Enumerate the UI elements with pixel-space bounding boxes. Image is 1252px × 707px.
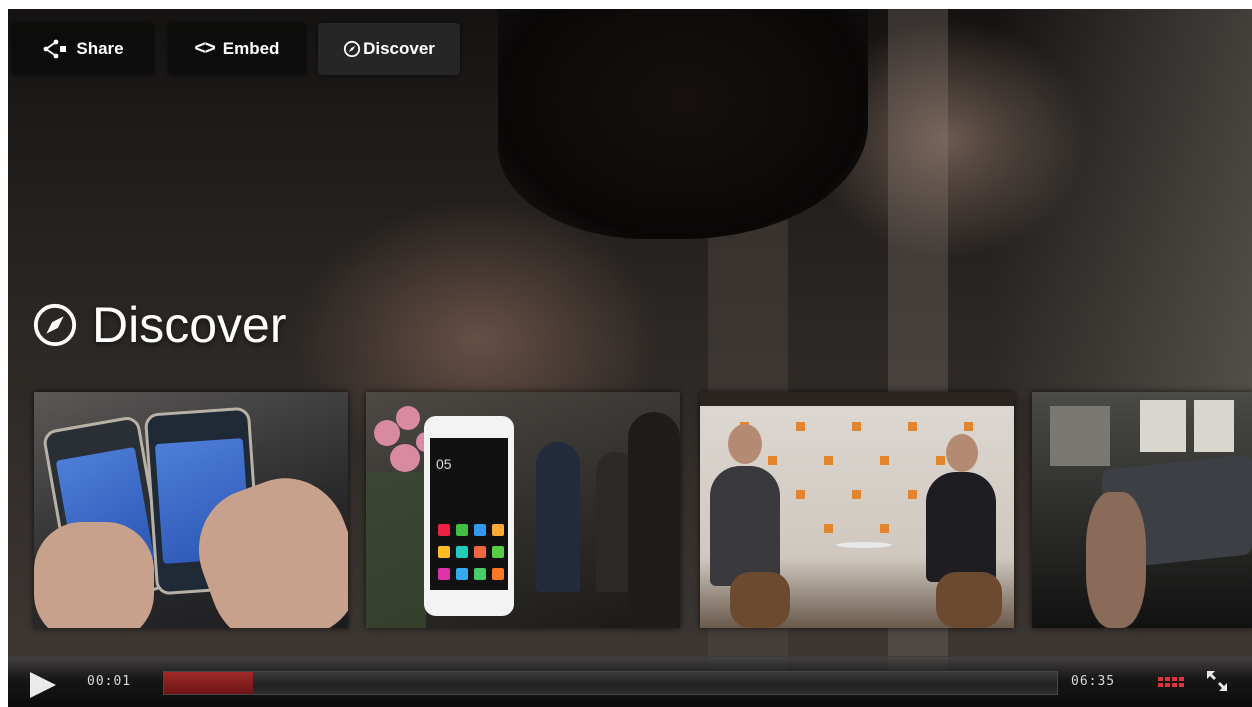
frame-image (1140, 400, 1186, 452)
total-time: 06:35 (1071, 674, 1116, 689)
code-icon: <> (194, 38, 216, 59)
flower-image (390, 444, 420, 472)
video-frame-background (992, 9, 1252, 399)
video-frame-shadow (498, 9, 868, 239)
frame-image (1050, 406, 1110, 466)
plant-image (366, 472, 426, 628)
video-thumbnail-3[interactable] (700, 392, 1014, 628)
compass-icon (33, 303, 77, 347)
current-time: 00:01 (87, 674, 132, 689)
video-thumbnail-1[interactable] (34, 392, 348, 628)
guest-head (946, 434, 978, 472)
guest-image (926, 472, 996, 582)
flower-image (374, 420, 400, 446)
discover-title: Discover (92, 297, 287, 353)
share-button[interactable]: Share (12, 23, 154, 75)
phone-clock: 05 (436, 456, 452, 472)
fullscreen-icon[interactable] (1204, 668, 1230, 694)
video-player[interactable]: Share <> Embed Discover Discover 05 00:0… (8, 9, 1252, 707)
compass-icon (343, 40, 361, 58)
person-image (536, 442, 580, 592)
interviewer-image (710, 466, 780, 586)
chair-image (936, 572, 1002, 628)
hand-image (34, 522, 154, 628)
chair-image (730, 572, 790, 628)
quality-grid-icon[interactable] (1158, 677, 1186, 689)
discover-button[interactable]: Discover (318, 23, 460, 75)
flower-image (396, 406, 420, 430)
video-thumbnail-2[interactable]: 05 (366, 392, 680, 628)
table-image (836, 542, 892, 548)
ceiling (700, 392, 1014, 406)
share-label: Share (76, 39, 124, 58)
player-controls: 00:01 06:35 (8, 656, 1252, 707)
frame-image (1194, 400, 1234, 452)
phone-image: 05 (424, 416, 514, 616)
embed-button[interactable]: <> Embed (168, 23, 306, 75)
embed-label: Embed (222, 39, 280, 58)
discover-heading: Discover (32, 295, 286, 355)
progress-fill (164, 672, 254, 694)
progress-bar[interactable] (163, 671, 1058, 695)
person-image (628, 412, 680, 628)
video-thumbnail-4[interactable] (1032, 392, 1252, 628)
discover-label: Discover (363, 39, 435, 58)
hand-image (1086, 492, 1146, 628)
play-icon[interactable] (30, 672, 56, 698)
share-icon (43, 39, 67, 59)
interviewer-head (728, 424, 762, 464)
